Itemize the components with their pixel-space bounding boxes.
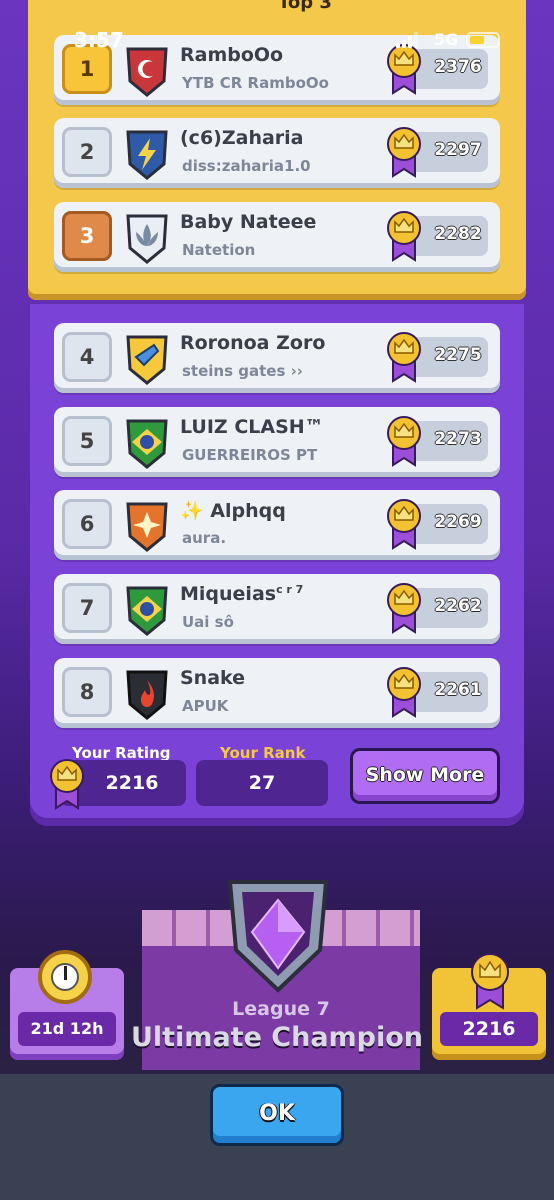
show-more-button[interactable]: Show More	[350, 748, 500, 804]
lotus-badge-icon	[126, 214, 168, 264]
player-name-suffix: c r 7	[276, 583, 304, 596]
trophy-medal-icon	[387, 416, 421, 467]
leaderboard-row[interactable]: 5 LUIZ CLASH™ GUERREIROS PT 2273	[54, 407, 500, 477]
player-name-text: (c6)Zaharia	[180, 127, 304, 149]
rank-number: 8	[62, 667, 112, 717]
trophy-medal-icon	[471, 953, 509, 1010]
clan-name: diss:zaharia1.0	[182, 157, 311, 175]
clan-name: Uai sô	[182, 613, 234, 631]
rank-number: 3	[62, 211, 112, 261]
trophy-count: 2273	[434, 429, 482, 449]
network-label: 5G	[434, 30, 459, 49]
rank-number: 2	[62, 127, 112, 177]
rank-number: 4	[62, 332, 112, 382]
season-timer-value: 21d 12h	[18, 1012, 116, 1046]
brazil-flag-badge-icon	[126, 586, 168, 636]
sparkle-icon: ✨	[180, 500, 204, 522]
leaderboard-row[interactable]: 4 Roronoa Zoro steins gates ›› 2275	[54, 323, 500, 393]
trophy-count: 2297	[434, 140, 482, 160]
player-name-text: Miqueias	[180, 583, 277, 605]
clan-name: steins gates ››	[182, 362, 303, 380]
clan-name: APUK	[182, 697, 229, 715]
battery-icon	[466, 32, 500, 48]
your-rating-value: 2216	[105, 772, 159, 794]
league-number: League 7	[232, 998, 330, 1020]
trophy-count: 2269	[434, 512, 482, 532]
league-shield-icon	[227, 880, 329, 993]
trophy-medal-icon	[387, 667, 421, 718]
status-time: 3:57	[74, 28, 124, 52]
player-name: ✨ Alphqq	[180, 499, 286, 522]
player-name: (c6)Zaharia	[180, 127, 304, 149]
player-trophy-value: 2216	[440, 1012, 538, 1046]
clan-name: GUERREIROS PT	[182, 446, 318, 464]
trophy-medal-icon	[387, 583, 421, 634]
your-rank-value: 27	[248, 772, 276, 794]
player-name: LUIZ CLASH™	[180, 416, 324, 438]
signal-icon	[396, 32, 418, 48]
player-name: Roronoa Zoro	[180, 332, 325, 354]
player-name-text: Baby Nateee	[180, 211, 317, 233]
trophy-medal-icon	[387, 211, 421, 262]
arrow-badge-icon	[126, 335, 168, 385]
league-name: Ultimate Champion	[130, 1022, 424, 1053]
player-name: Miqueiasc r 7	[180, 583, 303, 605]
leaderboard-row[interactable]: 7 Miqueiasc r 7 Uai sô 2262	[54, 574, 500, 644]
trophy-count: 2275	[434, 345, 482, 365]
leaderboard-row[interactable]: 8 Snake APUK 2261	[54, 658, 500, 728]
player-name: Baby Nateee	[180, 211, 316, 233]
brazil-flag-badge-icon	[126, 419, 168, 469]
clan-name: aura.	[182, 529, 227, 547]
rank-number: 7	[62, 583, 112, 633]
status-bar: 3:57 5G	[0, 28, 554, 58]
player-name-text: Snake	[180, 667, 246, 689]
clock-icon	[38, 950, 92, 1004]
leaderboard-row[interactable]: 3 Baby Nateee Natetion 2282	[54, 202, 500, 272]
leaderboard-row[interactable]: 6 ✨ Alphqq aura. 2269	[54, 490, 500, 560]
trophy-medal-icon	[387, 499, 421, 550]
trophy-count: 2262	[434, 596, 482, 616]
player-name: Snake	[180, 667, 245, 689]
trophy-medal-icon	[387, 127, 421, 178]
lightning-badge-icon	[126, 130, 168, 180]
trophy-count: 2376	[434, 57, 482, 77]
leaderboard-row[interactable]: 2 (c6)Zaharia diss:zaharia1.0 2297	[54, 118, 500, 188]
top3-title: Top 3	[278, 0, 332, 13]
rank-number: 6	[62, 499, 112, 549]
star-badge-icon	[126, 502, 168, 552]
player-name-text: Alphqq	[210, 500, 286, 522]
rank-number: 5	[62, 416, 112, 466]
trophy-medal-icon	[50, 759, 84, 810]
flame-badge-icon	[126, 670, 168, 720]
trophy-medal-icon	[387, 332, 421, 383]
trophy-count: 2282	[434, 224, 482, 244]
player-name-text: LUIZ CLASH™	[180, 416, 324, 438]
ok-button[interactable]: OK	[210, 1084, 344, 1146]
player-name-text: Roronoa Zoro	[180, 332, 326, 354]
your-rank-box: 27	[196, 760, 328, 806]
clan-name: Natetion	[182, 241, 256, 259]
clan-name: YTB CR RamboOo	[182, 74, 329, 92]
trophy-count: 2261	[434, 680, 482, 700]
